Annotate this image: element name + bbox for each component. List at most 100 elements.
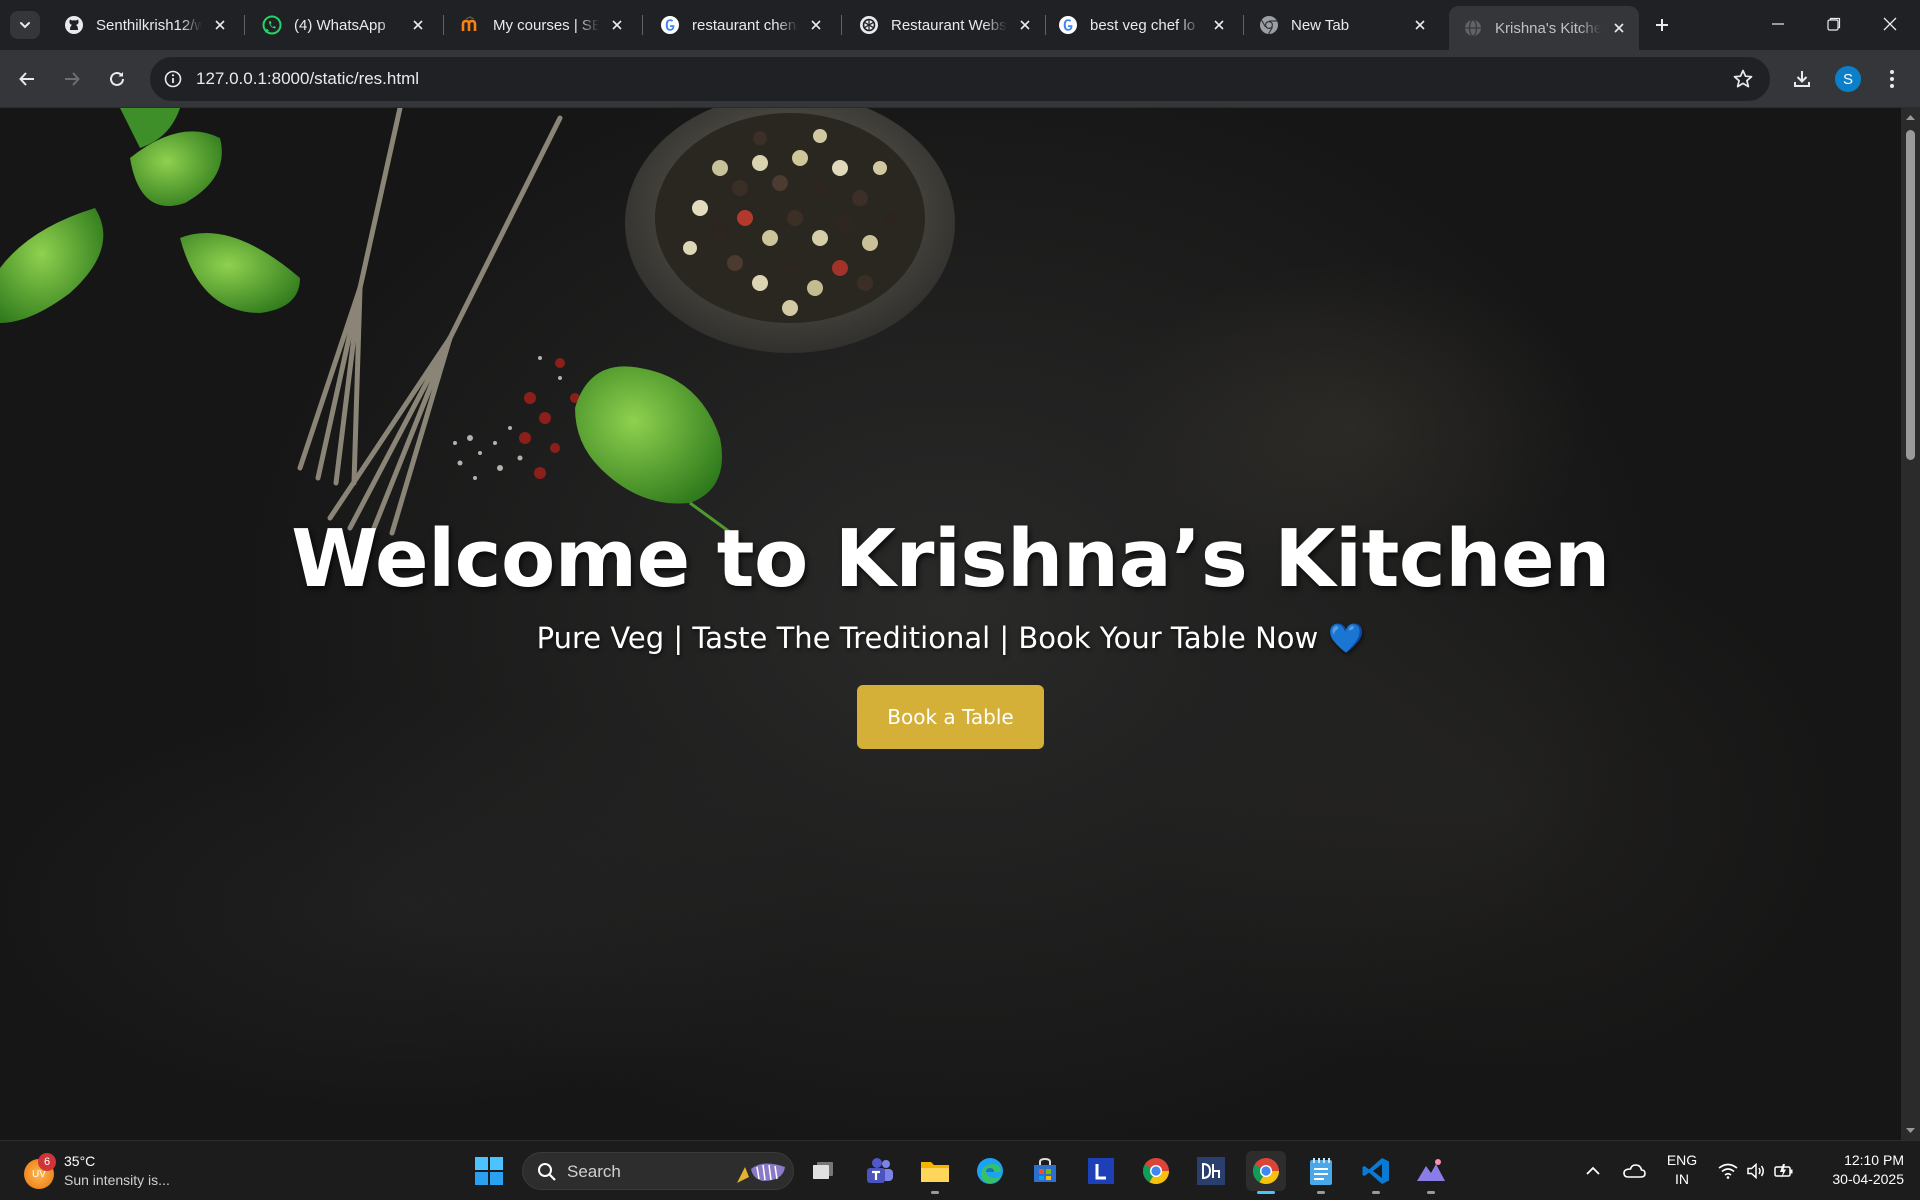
tab-title: (4) WhatsApp xyxy=(294,16,386,34)
tab-new-tab[interactable]: New Tab xyxy=(1245,6,1440,44)
running-indicator xyxy=(1317,1191,1325,1194)
tab-restaurant-chennai[interactable]: restaurant chenn xyxy=(646,6,836,44)
weather-widget[interactable]: UV 6 35°C Sun intensity is... xyxy=(22,1149,202,1193)
scroll-thumb[interactable] xyxy=(1906,130,1915,460)
moodle-icon xyxy=(461,15,481,35)
tab-close-icon[interactable] xyxy=(1015,15,1035,35)
book-a-table-button[interactable]: Book a Table xyxy=(857,685,1044,749)
tab-close-icon[interactable] xyxy=(1410,15,1430,35)
tab-close-icon[interactable] xyxy=(607,15,627,35)
tab-separator xyxy=(1243,15,1244,35)
running-indicator xyxy=(1372,1191,1380,1194)
store-app[interactable] xyxy=(1025,1151,1065,1191)
close-icon xyxy=(1883,17,1897,31)
teams-icon xyxy=(867,1158,893,1183)
scroll-down-icon[interactable] xyxy=(1905,1125,1916,1136)
running-indicator xyxy=(1427,1191,1435,1194)
chevron-up-icon xyxy=(1586,1166,1600,1175)
language-indicator[interactable]: ENG IN xyxy=(1660,1151,1704,1189)
tab-search-button[interactable] xyxy=(10,11,40,39)
minimize-button[interactable] xyxy=(1750,0,1806,48)
battery-button[interactable] xyxy=(1770,1151,1798,1191)
arrow-right-icon xyxy=(65,72,80,86)
url-text[interactable]: 127.0.0.1:8000/static/res.html xyxy=(196,69,419,89)
edge-app[interactable] xyxy=(970,1151,1010,1191)
chevron-down-icon xyxy=(20,22,30,29)
chrome-icon xyxy=(1252,1158,1280,1185)
photos-app[interactable] xyxy=(1411,1151,1451,1194)
store-icon xyxy=(1034,1157,1056,1182)
teams-app[interactable] xyxy=(859,1151,899,1191)
forward-button[interactable] xyxy=(55,62,89,96)
system-clock[interactable]: 12:10 PM 30-04-2025 xyxy=(1808,1151,1904,1189)
new-tab-button[interactable] xyxy=(1648,11,1676,39)
tab-separator xyxy=(244,15,245,35)
downloads-button[interactable] xyxy=(1786,63,1818,95)
close-window-button[interactable] xyxy=(1862,0,1918,48)
task-view-button[interactable] xyxy=(803,1151,843,1191)
running-indicator xyxy=(1257,1191,1275,1194)
google-icon xyxy=(1058,15,1078,35)
globe-icon xyxy=(1463,18,1483,38)
tab-close-icon[interactable] xyxy=(806,15,826,35)
start-button[interactable] xyxy=(469,1151,509,1191)
address-bar[interactable]: 127.0.0.1:8000/static/res.html xyxy=(150,57,1770,101)
reload-button[interactable] xyxy=(100,62,134,96)
dh-app-icon xyxy=(1197,1157,1225,1185)
volume-button[interactable] xyxy=(1742,1151,1770,1191)
tab-separator xyxy=(642,15,643,35)
l-app-icon xyxy=(1088,1158,1114,1184)
tab-krishnas-kitchen[interactable]: Krishna's Kitchen xyxy=(1449,6,1639,50)
back-button[interactable] xyxy=(10,62,44,96)
restore-button[interactable] xyxy=(1806,0,1862,48)
notepad-app[interactable] xyxy=(1301,1151,1341,1194)
tab-best-veg-chef[interactable]: best veg chef lo xyxy=(1044,6,1239,44)
tab-close-icon[interactable] xyxy=(1209,15,1229,35)
bookmark-star-icon[interactable] xyxy=(1732,68,1754,90)
task-view-icon xyxy=(813,1162,833,1179)
page-scrollbar[interactable] xyxy=(1901,108,1920,1140)
chrome-app-active[interactable] xyxy=(1246,1151,1286,1194)
speaker-icon xyxy=(1747,1163,1764,1179)
profile-avatar[interactable]: S xyxy=(1835,66,1861,92)
onedrive-button[interactable] xyxy=(1618,1151,1650,1191)
tab-close-icon[interactable] xyxy=(210,15,230,35)
chrome-app[interactable] xyxy=(1136,1151,1176,1191)
tab-whatsapp[interactable]: (4) WhatsApp xyxy=(248,6,438,44)
mountain-icon xyxy=(1417,1159,1445,1181)
tab-title: New Tab xyxy=(1291,16,1350,34)
search-label: Search xyxy=(567,1162,621,1181)
tab-close-icon[interactable] xyxy=(408,15,428,35)
tab-close-icon[interactable] xyxy=(1609,18,1629,38)
site-info-icon[interactable] xyxy=(162,68,184,90)
show-hidden-icons-button[interactable] xyxy=(1580,1151,1606,1191)
clock-date: 30-04-2025 xyxy=(1832,1171,1904,1187)
download-icon xyxy=(1794,71,1810,87)
arrow-left-icon xyxy=(19,72,34,86)
tab-title: best veg chef lo xyxy=(1090,16,1196,34)
reload-icon xyxy=(110,71,124,86)
tab-github[interactable]: Senthilkrish12/w xyxy=(50,6,240,44)
running-indicator xyxy=(931,1191,939,1194)
wifi-button[interactable] xyxy=(1714,1151,1742,1191)
tab-separator xyxy=(443,15,444,35)
scroll-up-icon[interactable] xyxy=(1905,112,1916,123)
file-explorer-app[interactable] xyxy=(915,1151,955,1194)
minimize-icon xyxy=(1772,23,1784,25)
tab-my-courses[interactable]: My courses | SEC xyxy=(447,6,637,44)
powerbi-app[interactable] xyxy=(1191,1151,1231,1191)
lens-app[interactable] xyxy=(1081,1151,1121,1191)
hero-subtitle: Pure Veg | Taste The Treditional | Book … xyxy=(0,621,1901,656)
taskbar-search[interactable]: Search xyxy=(522,1152,794,1190)
chrome-menu-button[interactable] xyxy=(1876,63,1908,95)
whatsapp-icon xyxy=(262,15,282,35)
webpage-viewport: Welcome to Krishna’s Kitchen Pure Veg | … xyxy=(0,108,1901,1140)
tab-restaurant-website[interactable]: Restaurant Webs xyxy=(845,6,1045,44)
hero-subtitle-text: Pure Veg | Taste The Treditional | Book … xyxy=(536,621,1319,655)
cloud-icon xyxy=(1623,1164,1646,1178)
hero-title: Welcome to Krishna’s Kitchen xyxy=(291,513,1610,605)
vscode-app[interactable] xyxy=(1356,1151,1396,1194)
tab-title: Krishna's Kitchen xyxy=(1495,19,1601,37)
wifi-icon xyxy=(1718,1163,1738,1179)
folder-icon xyxy=(921,1162,949,1182)
